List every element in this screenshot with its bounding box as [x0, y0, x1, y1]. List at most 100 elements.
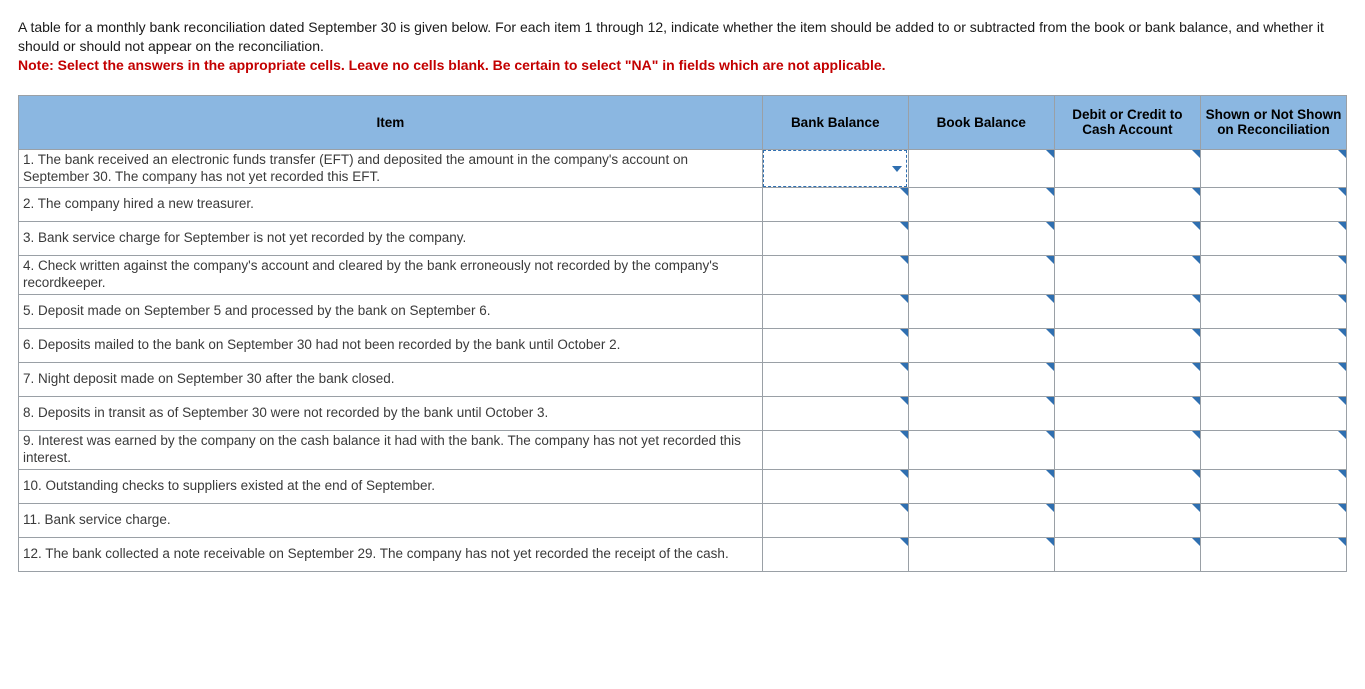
answer-cell-shown[interactable]: [1200, 503, 1346, 537]
answer-cell-debit_credit[interactable]: [1054, 295, 1200, 329]
answer-cell-bank_balance[interactable]: [762, 363, 908, 397]
dropdown-notch-icon: [900, 504, 908, 512]
dropdown-notch-icon: [1192, 256, 1200, 264]
dropdown-notch-icon: [1338, 538, 1346, 546]
table-row: 1. The bank received an electronic funds…: [19, 149, 1347, 188]
table-row: 6. Deposits mailed to the bank on Septem…: [19, 329, 1347, 363]
answer-cell-debit_credit[interactable]: [1054, 537, 1200, 571]
dropdown-notch-icon: [1192, 431, 1200, 439]
item-cell: 2. The company hired a new treasurer.: [19, 188, 763, 222]
dropdown-notch-icon: [1338, 329, 1346, 337]
dropdown-notch-icon: [900, 431, 908, 439]
answer-cell-book_balance[interactable]: [908, 537, 1054, 571]
dropdown-notch-icon: [1046, 329, 1054, 337]
answer-cell-book_balance[interactable]: [908, 256, 1054, 295]
answer-cell-bank_balance[interactable]: [762, 431, 908, 470]
dropdown-notch-icon: [1046, 397, 1054, 405]
answer-cell-bank_balance[interactable]: [762, 188, 908, 222]
dropdown-notch-icon: [1338, 222, 1346, 230]
answer-cell-shown[interactable]: [1200, 469, 1346, 503]
answer-cell-book_balance[interactable]: [908, 149, 1054, 188]
answer-cell-bank_balance[interactable]: [762, 503, 908, 537]
answer-cell-debit_credit[interactable]: [1054, 329, 1200, 363]
item-cell: 4. Check written against the company's a…: [19, 256, 763, 295]
answer-cell-shown[interactable]: [1200, 397, 1346, 431]
answer-cell-shown[interactable]: [1200, 256, 1346, 295]
item-cell: 3. Bank service charge for September is …: [19, 222, 763, 256]
item-cell: 1. The bank received an electronic funds…: [19, 149, 763, 188]
answer-cell-book_balance[interactable]: [908, 295, 1054, 329]
answer-cell-book_balance[interactable]: [908, 431, 1054, 470]
dropdown-notch-icon: [900, 363, 908, 371]
table-row: 11. Bank service charge.: [19, 503, 1347, 537]
dropdown-notch-icon: [1338, 431, 1346, 439]
answer-cell-bank_balance[interactable]: [762, 256, 908, 295]
answer-cell-book_balance[interactable]: [908, 222, 1054, 256]
answer-cell-debit_credit[interactable]: [1054, 149, 1200, 188]
answer-cell-shown[interactable]: [1200, 329, 1346, 363]
dropdown-notch-icon: [1338, 504, 1346, 512]
dropdown-notch-icon: [1338, 295, 1346, 303]
item-cell: 9. Interest was earned by the company on…: [19, 431, 763, 470]
table-row: 10. Outstanding checks to suppliers exis…: [19, 469, 1347, 503]
table-header-row: Item Bank Balance Book Balance Debit or …: [19, 95, 1347, 149]
answer-cell-debit_credit[interactable]: [1054, 222, 1200, 256]
dropdown-notch-icon: [1338, 150, 1346, 158]
answer-cell-debit_credit[interactable]: [1054, 363, 1200, 397]
instructions-line1: A table for a monthly bank reconciliatio…: [18, 18, 1347, 56]
chevron-down-icon: [892, 166, 902, 172]
dropdown-notch-icon: [1192, 188, 1200, 196]
table-row: 7. Night deposit made on September 30 af…: [19, 363, 1347, 397]
answer-cell-debit_credit[interactable]: [1054, 397, 1200, 431]
answer-cell-book_balance[interactable]: [908, 188, 1054, 222]
item-cell: 8. Deposits in transit as of September 3…: [19, 397, 763, 431]
answer-cell-bank_balance[interactable]: [762, 397, 908, 431]
table-row: 5. Deposit made on September 5 and proce…: [19, 295, 1347, 329]
dropdown-notch-icon: [1192, 222, 1200, 230]
dropdown-notch-icon: [1338, 470, 1346, 478]
dropdown-notch-icon: [900, 329, 908, 337]
answer-cell-shown[interactable]: [1200, 295, 1346, 329]
item-cell: 10. Outstanding checks to suppliers exis…: [19, 469, 763, 503]
answer-cell-bank_balance[interactable]: [762, 222, 908, 256]
answer-cell-shown[interactable]: [1200, 188, 1346, 222]
table-row: 2. The company hired a new treasurer.: [19, 188, 1347, 222]
header-item: Item: [19, 95, 763, 149]
answer-cell-bank_balance[interactable]: [762, 149, 908, 188]
dropdown-notch-icon: [1192, 150, 1200, 158]
answer-cell-bank_balance[interactable]: [762, 537, 908, 571]
answer-cell-debit_credit[interactable]: [1054, 431, 1200, 470]
answer-cell-debit_credit[interactable]: [1054, 469, 1200, 503]
answer-cell-shown[interactable]: [1200, 537, 1346, 571]
table-row: 3. Bank service charge for September is …: [19, 222, 1347, 256]
answer-cell-book_balance[interactable]: [908, 503, 1054, 537]
dropdown-notch-icon: [900, 397, 908, 405]
header-debit-credit: Debit or Credit to Cash Account: [1054, 95, 1200, 149]
answer-cell-book_balance[interactable]: [908, 469, 1054, 503]
answer-cell-debit_credit[interactable]: [1054, 256, 1200, 295]
answer-cell-book_balance[interactable]: [908, 397, 1054, 431]
answer-cell-shown[interactable]: [1200, 222, 1346, 256]
table-row: 4. Check written against the company's a…: [19, 256, 1347, 295]
answer-cell-shown[interactable]: [1200, 363, 1346, 397]
item-cell: 12. The bank collected a note receivable…: [19, 537, 763, 571]
answer-cell-shown[interactable]: [1200, 149, 1346, 188]
answer-cell-bank_balance[interactable]: [762, 469, 908, 503]
dropdown-notch-icon: [900, 188, 908, 196]
dropdown-notch-icon: [1046, 295, 1054, 303]
answer-cell-debit_credit[interactable]: [1054, 503, 1200, 537]
answer-cell-bank_balance[interactable]: [762, 295, 908, 329]
dropdown-notch-icon: [1192, 295, 1200, 303]
answer-cell-debit_credit[interactable]: [1054, 188, 1200, 222]
item-cell: 11. Bank service charge.: [19, 503, 763, 537]
answer-cell-book_balance[interactable]: [908, 363, 1054, 397]
dropdown-notch-icon: [1338, 397, 1346, 405]
dropdown-notch-icon: [1192, 329, 1200, 337]
answer-cell-book_balance[interactable]: [908, 329, 1054, 363]
item-cell: 7. Night deposit made on September 30 af…: [19, 363, 763, 397]
answer-cell-bank_balance[interactable]: [762, 329, 908, 363]
answer-cell-shown[interactable]: [1200, 431, 1346, 470]
header-bank-balance: Bank Balance: [762, 95, 908, 149]
header-book-balance: Book Balance: [908, 95, 1054, 149]
dropdown-notch-icon: [1046, 188, 1054, 196]
